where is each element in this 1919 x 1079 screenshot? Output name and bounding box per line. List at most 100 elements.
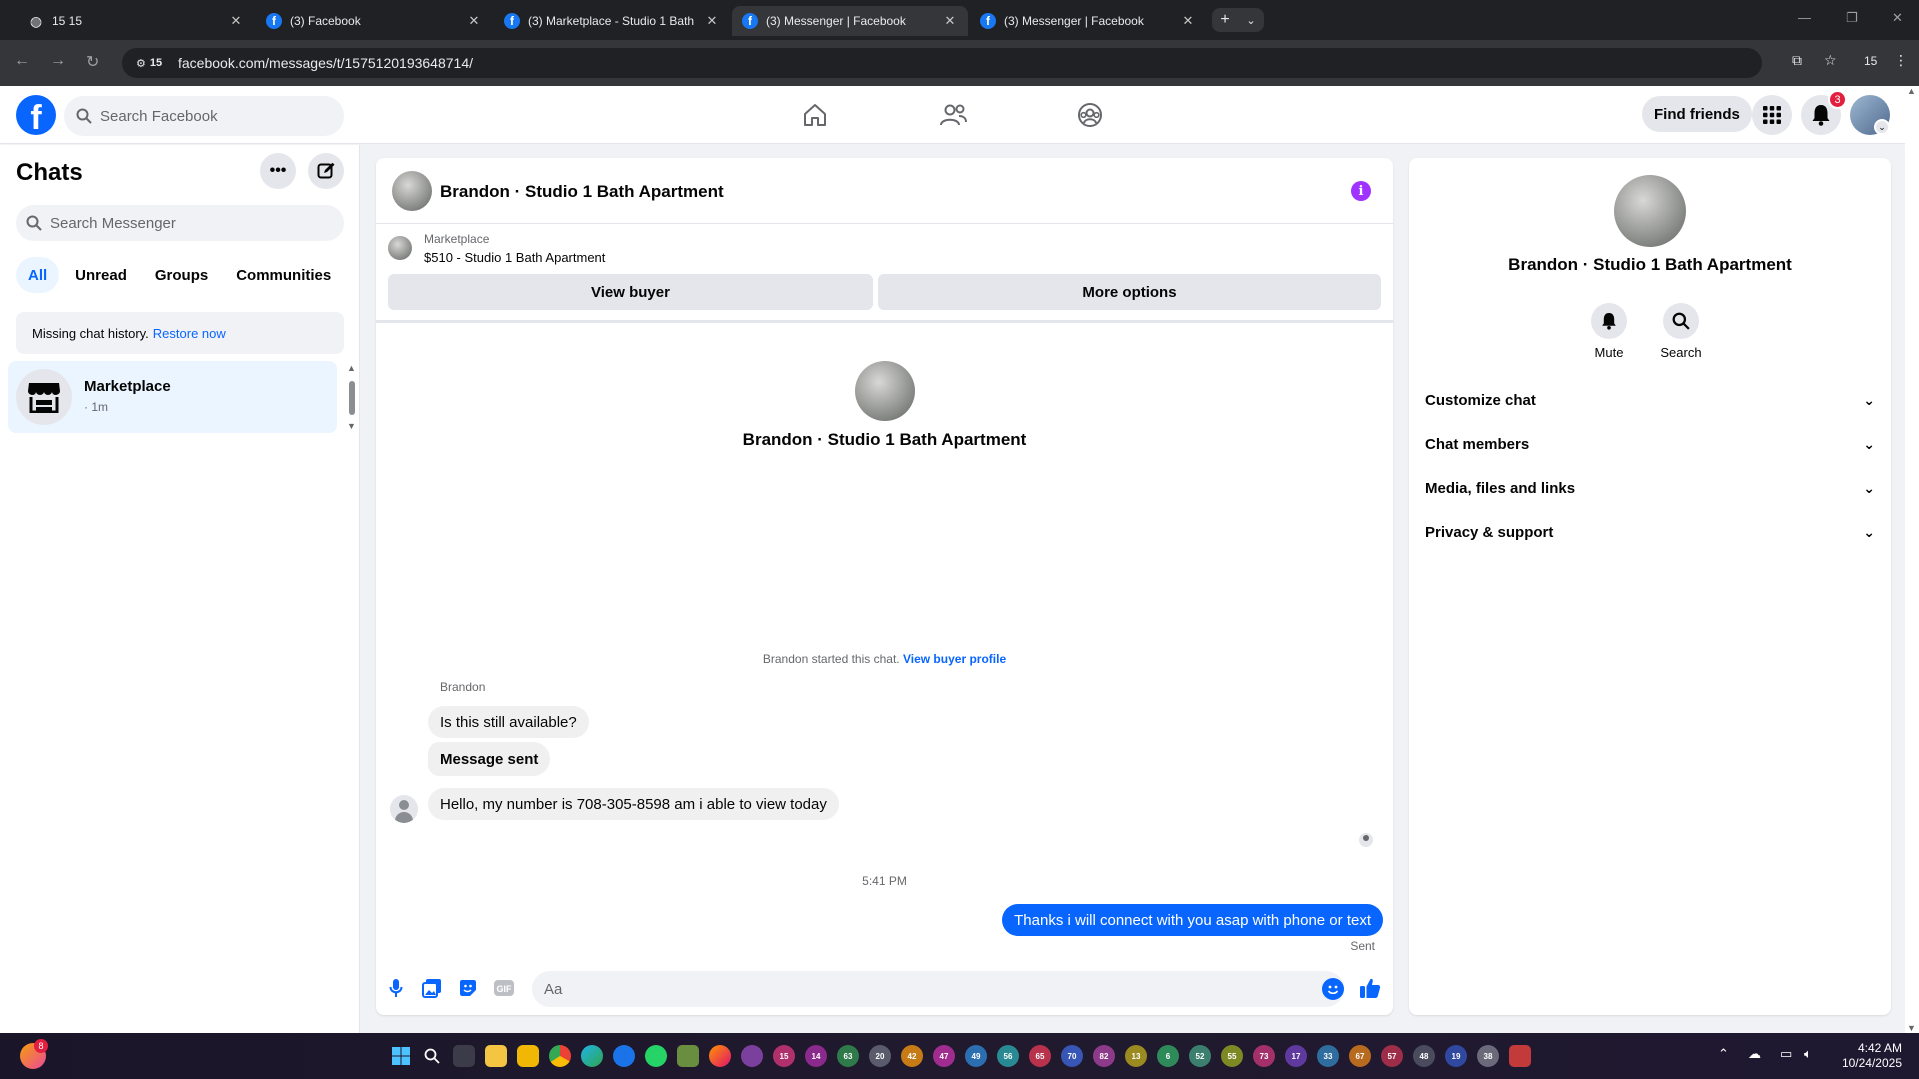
address-bar[interactable]: ⚙ 15 facebook.com/messages/t/15751201936… bbox=[122, 48, 1762, 78]
forward-icon[interactable]: → bbox=[50, 52, 66, 70]
profile-app-icon-15[interactable]: 55 bbox=[1221, 1045, 1243, 1067]
media-files-links-section[interactable]: Media, files and links ⌄ bbox=[1425, 470, 1875, 506]
chat-list-item[interactable]: Marketplace · 1m bbox=[8, 361, 337, 433]
browser-tab-3[interactable]: f (3) Marketplace - Studio 1 Bath ✕ bbox=[494, 6, 730, 36]
taskbar-search-icon[interactable] bbox=[421, 1045, 443, 1067]
notes-app-icon[interactable] bbox=[517, 1045, 539, 1067]
sticker-icon[interactable] bbox=[456, 976, 480, 1000]
app-window-icon[interactable] bbox=[1509, 1045, 1531, 1067]
browser-tab-2[interactable]: f (3) Facebook ✕ bbox=[256, 6, 492, 36]
facebook-search-input[interactable]: Search Facebook bbox=[64, 96, 344, 136]
minimize-icon[interactable]: — bbox=[1798, 10, 1811, 25]
profile-app-icon-17[interactable]: 17 bbox=[1285, 1045, 1307, 1067]
conversation-avatar[interactable] bbox=[392, 171, 432, 211]
scroll-up-arrow-icon[interactable]: ▲ bbox=[347, 363, 356, 373]
chrome-icon[interactable] bbox=[549, 1045, 571, 1067]
photo-attach-icon[interactable] bbox=[420, 976, 444, 1000]
incoming-message[interactable]: Is this still available? bbox=[428, 706, 589, 738]
profile-app-icon-12[interactable]: 13 bbox=[1125, 1045, 1147, 1067]
profile-app-icon-21[interactable]: 48 bbox=[1413, 1045, 1435, 1067]
privacy-support-section[interactable]: Privacy & support ⌄ bbox=[1425, 514, 1875, 550]
tab-search-chevron-icon[interactable]: ⌄ bbox=[1246, 14, 1255, 27]
profile-app-icon-5[interactable]: 42 bbox=[901, 1045, 923, 1067]
bookmark-star-icon[interactable]: ☆ bbox=[1824, 52, 1837, 69]
more-options-ellipsis-icon[interactable]: ••• bbox=[260, 153, 296, 189]
gif-icon[interactable]: GIF bbox=[492, 976, 516, 1000]
search-conversation-button[interactable]: Search bbox=[1651, 303, 1711, 360]
more-options-button[interactable]: More options bbox=[878, 274, 1381, 310]
profile-app-icon-18[interactable]: 33 bbox=[1317, 1045, 1339, 1067]
profile-app-icon-16[interactable]: 73 bbox=[1253, 1045, 1275, 1067]
filter-groups[interactable]: Groups bbox=[143, 257, 220, 293]
reload-icon[interactable]: ↻ bbox=[86, 52, 99, 72]
outgoing-message[interactable]: Thanks i will connect with you asap with… bbox=[1002, 904, 1383, 936]
incoming-message-sent-card[interactable]: Message sent bbox=[428, 742, 551, 776]
view-buyer-profile-link[interactable]: View buyer profile bbox=[903, 652, 1006, 666]
view-buyer-button[interactable]: View buyer bbox=[388, 274, 873, 310]
sender-avatar[interactable] bbox=[390, 795, 418, 823]
browser-tab-1[interactable]: ◍ 15 15 ✕ bbox=[18, 6, 254, 36]
mute-button[interactable]: Mute bbox=[1579, 303, 1639, 360]
network-icon[interactable]: ▭ bbox=[1780, 1046, 1792, 1062]
profile-app-icon-23[interactable]: 38 bbox=[1477, 1045, 1499, 1067]
profile-app-icon-9[interactable]: 65 bbox=[1029, 1045, 1051, 1067]
back-icon[interactable]: ← bbox=[14, 52, 30, 70]
browser-tab-4-active[interactable]: f (3) Messenger | Facebook ✕ bbox=[732, 6, 968, 36]
browser-menu-icon[interactable]: ⋮ bbox=[1894, 52, 1908, 69]
account-chevron-down-icon[interactable]: ⌄ bbox=[1874, 119, 1890, 135]
profile-app-icon-4[interactable]: 20 bbox=[869, 1045, 891, 1067]
filter-all[interactable]: All bbox=[16, 257, 60, 293]
filter-unread[interactable]: Unread bbox=[63, 257, 139, 293]
site-info-button[interactable]: ⚙ 15 bbox=[130, 53, 168, 73]
info-icon[interactable]: i bbox=[1351, 181, 1371, 201]
message-input[interactable]: Aa bbox=[532, 971, 1344, 1007]
restore-window-icon[interactable]: ❐ bbox=[1846, 10, 1858, 26]
close-tab-icon[interactable]: ✕ bbox=[704, 13, 720, 29]
facebook-logo-icon[interactable]: f bbox=[16, 95, 56, 135]
notepad-icon[interactable] bbox=[677, 1045, 699, 1067]
profile-app-icon-19[interactable]: 67 bbox=[1349, 1045, 1371, 1067]
restore-now-link[interactable]: Restore now bbox=[153, 326, 226, 341]
firefox-icon[interactable] bbox=[709, 1045, 731, 1067]
install-app-icon[interactable]: ⧉ bbox=[1792, 52, 1802, 69]
scroll-down-arrow-icon[interactable]: ▼ bbox=[1907, 1023, 1916, 1033]
close-tab-icon[interactable]: ✕ bbox=[228, 13, 244, 29]
friends-icon[interactable] bbox=[937, 99, 969, 131]
volume-icon[interactable]: 🔈︎ bbox=[1804, 1046, 1812, 1062]
customize-chat-section[interactable]: Customize chat ⌄ bbox=[1425, 382, 1875, 418]
profile-app-icon-22[interactable]: 19 bbox=[1445, 1045, 1467, 1067]
profile-app-icon-14[interactable]: 52 bbox=[1189, 1045, 1211, 1067]
scrollbar-thumb[interactable] bbox=[349, 381, 355, 415]
profile-app-icon-6[interactable]: 47 bbox=[933, 1045, 955, 1067]
filter-communities[interactable]: Communities bbox=[224, 257, 343, 293]
groups-icon[interactable] bbox=[1074, 99, 1106, 131]
windows-start-icon[interactable] bbox=[390, 1045, 412, 1067]
onedrive-cloud-icon[interactable]: ☁ bbox=[1748, 1046, 1761, 1062]
edge-icon[interactable] bbox=[581, 1045, 603, 1067]
listing-title[interactable]: $510 - Studio 1 Bath Apartment bbox=[424, 250, 605, 265]
incoming-message[interactable]: Hello, my number is 708-305-8598 am i ab… bbox=[428, 788, 839, 820]
conversation-title[interactable]: Brandon · Studio 1 Bath Apartment bbox=[440, 182, 724, 202]
scroll-up-arrow-icon[interactable]: ▲ bbox=[1907, 86, 1916, 96]
profile-app-icon-20[interactable]: 57 bbox=[1381, 1045, 1403, 1067]
taskbar-clock[interactable]: 4:42 AM 10/24/2025 bbox=[1836, 1041, 1902, 1071]
profile-app-icon-1[interactable]: 15 bbox=[773, 1045, 795, 1067]
messenger-search-input[interactable]: Search Messenger bbox=[16, 205, 344, 241]
menu-grid-icon[interactable] bbox=[1752, 95, 1792, 135]
close-tab-icon[interactable]: ✕ bbox=[1180, 13, 1196, 29]
info-avatar[interactable] bbox=[1614, 175, 1686, 247]
buyer-avatar[interactable] bbox=[855, 361, 915, 421]
close-window-icon[interactable]: ✕ bbox=[1892, 10, 1903, 26]
home-icon[interactable] bbox=[799, 99, 831, 131]
like-thumbs-up-icon[interactable] bbox=[1358, 976, 1382, 1000]
app-icon[interactable] bbox=[741, 1045, 763, 1067]
task-view-icon[interactable] bbox=[453, 1045, 475, 1067]
chat-members-section[interactable]: Chat members ⌄ bbox=[1425, 426, 1875, 462]
profile-app-icon-7[interactable]: 49 bbox=[965, 1045, 987, 1067]
microphone-icon[interactable] bbox=[384, 976, 408, 1000]
profile-app-icon-8[interactable]: 56 bbox=[997, 1045, 1019, 1067]
emoji-icon[interactable] bbox=[1322, 978, 1344, 1000]
browser-tab-5[interactable]: f (3) Messenger | Facebook ✕ bbox=[970, 6, 1206, 36]
whatsapp-icon[interactable] bbox=[645, 1045, 667, 1067]
scroll-down-arrow-icon[interactable]: ▼ bbox=[347, 421, 356, 431]
